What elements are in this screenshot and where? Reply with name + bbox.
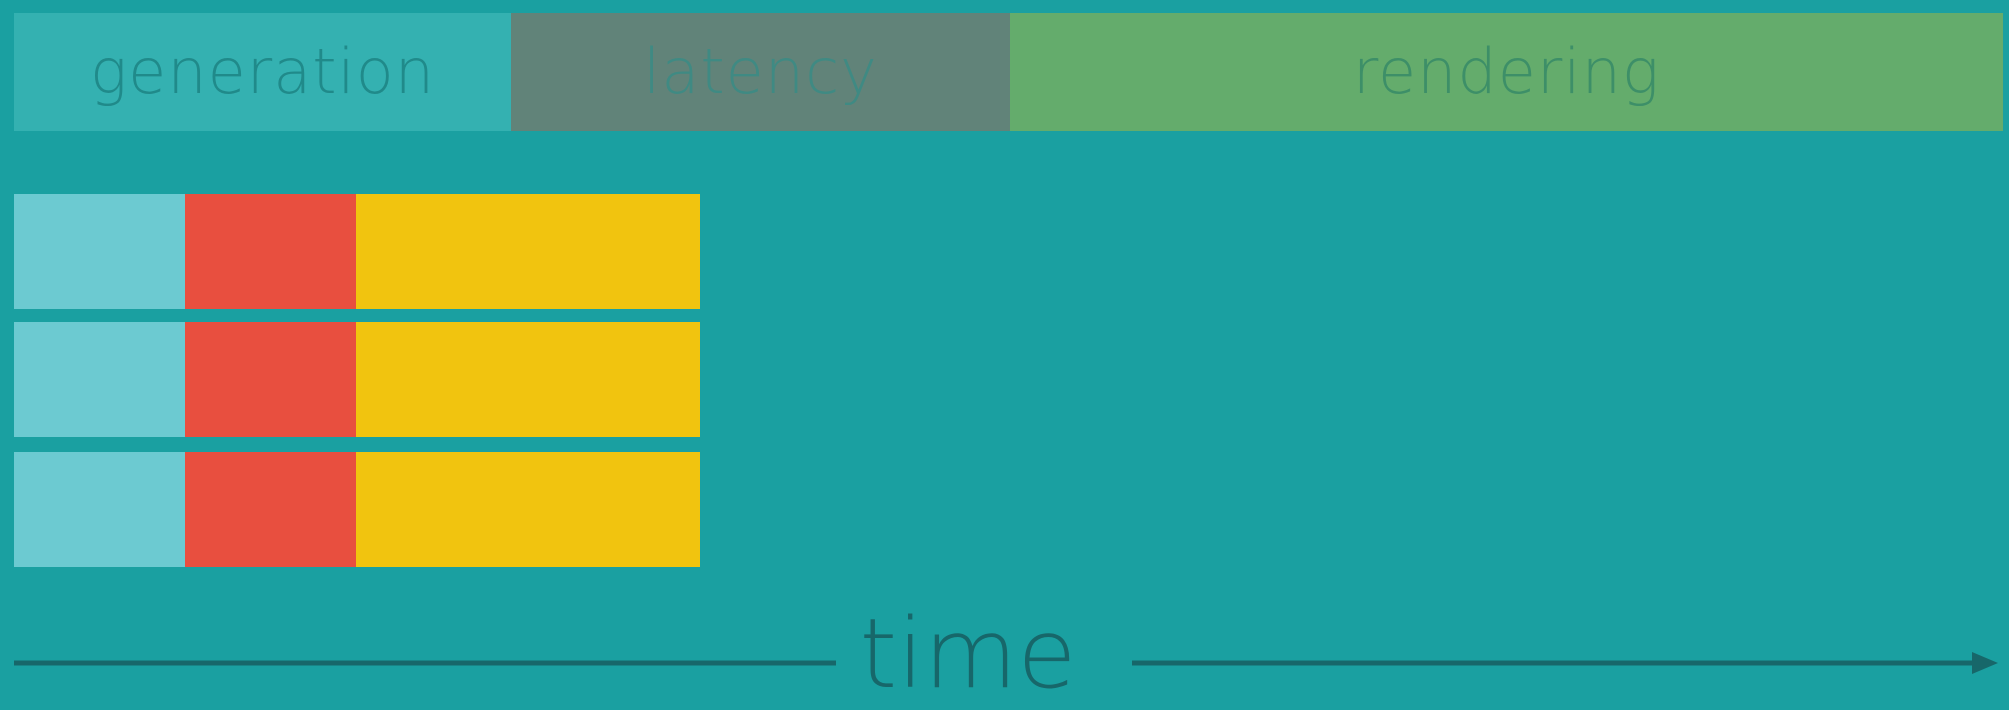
segment-generation	[14, 194, 185, 309]
segment-rendering	[356, 322, 700, 437]
segment-rendering	[356, 452, 700, 567]
segment-rendering	[356, 194, 700, 309]
phase-label-rendering: rendering	[1352, 35, 1661, 108]
segment-generation	[14, 452, 185, 567]
segment-latency	[185, 452, 356, 567]
phase-label-latency: latency	[643, 35, 878, 108]
arrow-right-icon	[1972, 652, 1998, 674]
phase-header-generation: generation	[14, 13, 511, 131]
phase-header-latency: latency	[511, 13, 1010, 131]
segment-generation	[14, 322, 185, 437]
segment-latency	[185, 322, 356, 437]
time-axis-label: time	[859, 598, 1077, 710]
segment-latency	[185, 194, 356, 309]
phase-label-generation: generation	[89, 35, 436, 108]
phase-header-rendering: rendering	[1010, 13, 2003, 131]
